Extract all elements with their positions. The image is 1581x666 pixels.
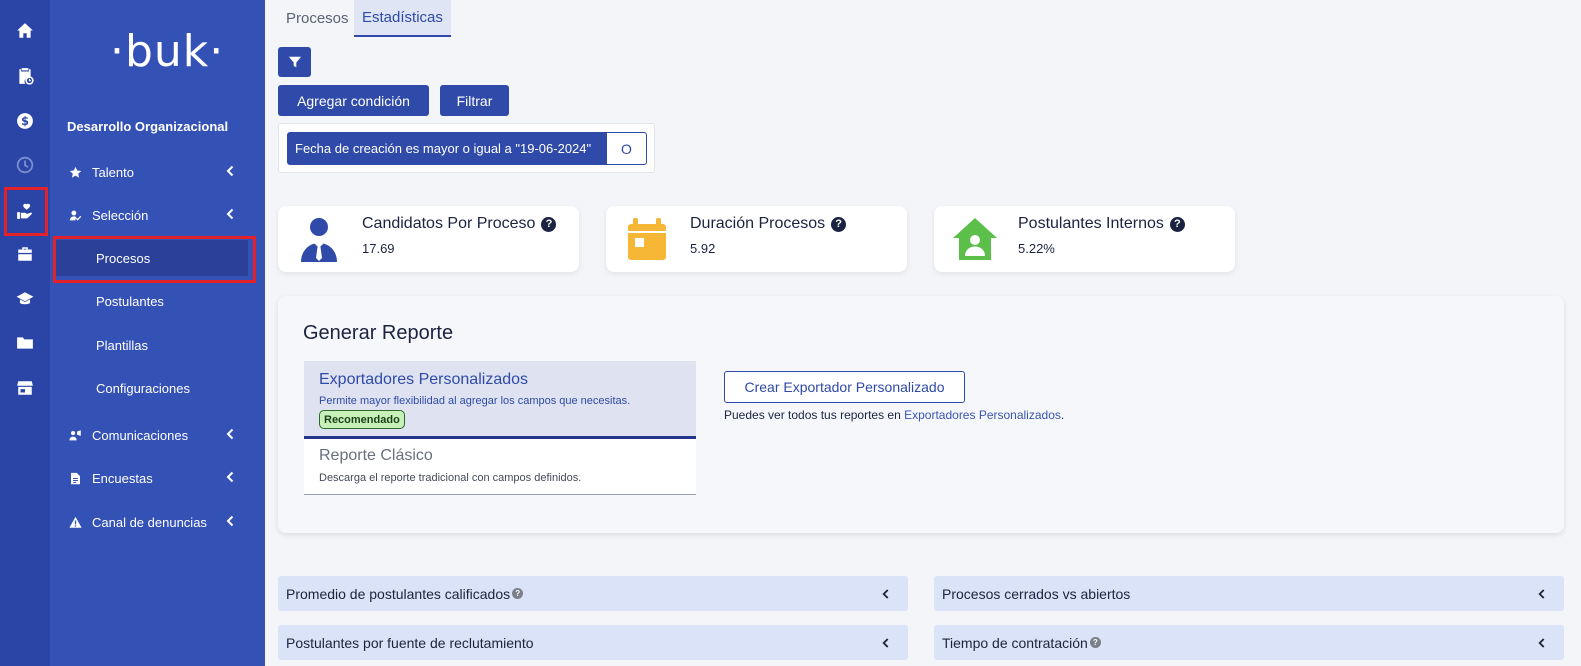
svg-text:$: $ [21,115,29,128]
help-icon[interactable]: ? [831,216,847,232]
kpi-value: 17.69 [362,241,395,256]
home-user-icon [953,218,997,260]
buk-logo: ·buk· [110,26,225,77]
custom-exporters-link[interactable]: Exportadores Personalizados [904,408,1061,422]
accordion-label: Tiempo de contratación [942,634,1088,651]
kpi-title: Candidatos Por Proceso? [362,215,557,233]
sidebar-item-comunicaciones[interactable]: Comunicaciones [50,420,265,450]
kpi-title: Duración Procesos? [690,215,847,233]
funnel-icon [288,56,301,68]
option-title: Exportadores Personalizados [319,371,529,388]
org-name: Desarrollo Organizacional [67,119,229,134]
tab-procesos[interactable]: Procesos [278,0,357,37]
graduation-cap-icon[interactable] [0,279,50,319]
condition-box: Fecha de creación es mayor o igual a "19… [278,123,655,173]
sidebar: ·buk· Desarrollo Organizacional Talento … [50,0,265,666]
accordion-tiempo-contratacion[interactable]: Tiempo de contratación? [934,625,1564,660]
sidebar-subitem-label: Plantillas [96,337,149,353]
star-icon [68,165,82,179]
chevron-left-icon [225,471,237,485]
chevron-left-icon [881,636,890,652]
main-content: Procesos Estadísticas Agregar condición … [265,0,1581,666]
kpi-card-duracion: Duración Procesos? 5.92 [606,206,907,272]
accordion-fuente-reclutamiento[interactable]: Postulantes por fuente de reclutamiento [278,625,908,660]
kpi-card-candidatos: Candidatos Por Proceso? 17.69 [278,206,579,272]
sidebar-item-label: Talento [92,164,134,180]
kpi-value: 5.22% [1018,241,1055,256]
sidebar-item-talento[interactable]: Talento [50,157,265,187]
sidebar-item-label: Comunicaciones [92,427,189,443]
rail-highlight-box [4,187,48,236]
help-icon[interactable]: ? [512,588,524,599]
sidebar-subitem-label: Postulantes [96,293,164,309]
note-text: Puedes ver todos tus reportes en [724,408,905,422]
help-icon[interactable]: ? [1089,637,1101,648]
create-custom-exporter-button[interactable]: Crear Exportador Personalizado [724,371,965,403]
sidebar-subitem-label: Configuraciones [96,380,190,396]
condition-chip[interactable]: Fecha de creación es mayor o igual a "19… [287,132,607,165]
chevron-left-icon [225,515,237,529]
sidebar-item-encuestas[interactable]: Encuestas [50,463,265,493]
chevron-left-icon [881,587,890,603]
help-icon[interactable]: ? [541,216,557,232]
kpi-card-postulantes-internos: Postulantes Internos? 5.22% [934,206,1235,272]
option-description: Descarga el reporte tradicional con camp… [319,472,582,484]
calendar-icon [628,218,666,260]
clipboard-clock-icon[interactable] [0,56,50,96]
or-condition-button[interactable]: O [606,132,647,165]
folder-icon[interactable] [0,323,50,363]
store-icon[interactable] [0,368,50,408]
chevron-left-icon [225,428,237,442]
accordion-label: Promedio de postulantes calificados [286,585,511,602]
warning-icon [68,515,82,529]
report-option-classic[interactable]: Reporte Clásico Descarga el reporte trad… [304,439,696,495]
person-tie-icon [301,218,337,262]
help-icon[interactable]: ? [1169,216,1185,232]
kpi-value: 5.92 [690,241,716,256]
filter-button[interactable]: Filtrar [440,85,509,116]
sidebar-item-label: Encuestas [92,470,153,486]
add-condition-button[interactable]: Agregar condición [278,85,429,116]
document-icon [68,471,82,485]
dollar-icon[interactable]: $ [0,101,50,141]
sidebar-item-label: Canal de denuncias [92,514,207,530]
option-description: Permite mayor flexibilidad al agregar lo… [319,395,631,407]
chevron-left-icon [1537,587,1546,603]
accordion-label: Procesos cerrados vs abiertos [942,585,1131,602]
chevron-left-icon [225,165,237,179]
report-option-custom-exporters[interactable]: Exportadores Personalizados Permite mayo… [304,361,696,439]
report-panel: Generar Reporte Exportadores Personaliza… [278,296,1564,533]
note-suffix: . [1060,408,1065,422]
icon-rail: $ [0,0,50,666]
accordion-label: Postulantes por fuente de reclutamiento [286,634,534,651]
kpi-title: Postulantes Internos? [1018,215,1185,233]
sidebar-item-seleccion[interactable]: Selección [50,200,265,230]
filter-toggle-button[interactable] [278,47,311,77]
sidebar-subitem-plantillas[interactable]: Plantillas [50,327,265,363]
subitem-highlight-box [53,236,256,283]
sidebar-item-label: Selección [92,207,149,223]
briefcase-icon[interactable] [0,234,50,274]
recommended-badge: Recomendado [319,410,405,429]
home-icon[interactable] [0,11,50,51]
accordion-procesos-cerrados[interactable]: Procesos cerrados vs abiertos [934,576,1564,611]
accordion-promedio-postulantes[interactable]: Promedio de postulantes calificados? [278,576,908,611]
chevron-left-icon [1537,636,1546,652]
report-title: Generar Reporte [303,322,454,344]
sidebar-subitem-postulantes[interactable]: Postulantes [50,283,265,319]
sidebar-item-canal-denuncias[interactable]: Canal de denuncias [50,507,265,537]
clock-icon[interactable] [0,145,50,185]
megaphone-icon [68,428,82,442]
chevron-left-icon [225,208,237,222]
tab-estadisticas[interactable]: Estadísticas [354,0,451,37]
user-check-icon [68,208,82,222]
option-title: Reporte Clásico [319,447,433,464]
report-note: Puedes ver todos tus reportes en Exporta… [724,408,1064,422]
sidebar-subitem-configuraciones[interactable]: Configuraciones [50,370,265,406]
